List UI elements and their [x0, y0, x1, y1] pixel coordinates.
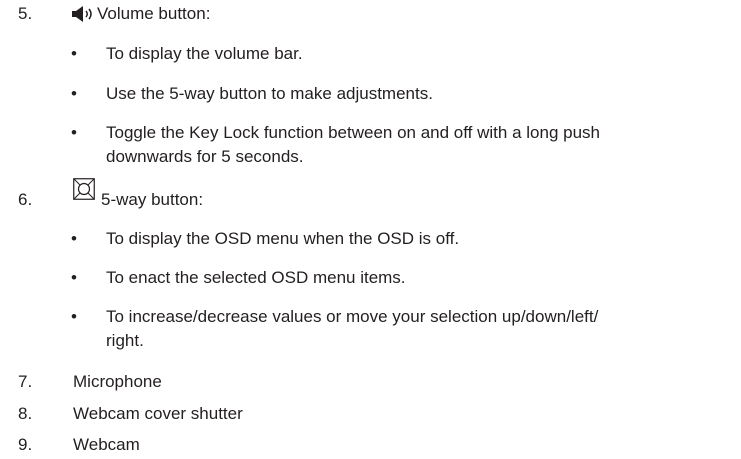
bullet-marker: •	[71, 307, 77, 326]
bullet-text-continued: right.	[106, 331, 144, 350]
item-title: Microphone	[73, 372, 162, 391]
item-title: Volume button:	[97, 4, 211, 23]
bullet-marker: •	[71, 44, 77, 63]
bullet-text: Toggle the Key Lock function between on …	[106, 123, 600, 142]
item-title: Webcam cover shutter	[73, 404, 243, 423]
item-number: 8.	[18, 404, 33, 423]
bullet-marker: •	[71, 229, 77, 248]
bullet-text: Use the 5-way button to make adjustments…	[106, 84, 433, 103]
item-number: 6.	[18, 190, 33, 209]
item-number: 9.	[18, 435, 33, 454]
bullet-text: To display the OSD menu when the OSD is …	[106, 229, 460, 248]
bullet-marker: •	[71, 268, 77, 287]
five-way-button-icon	[73, 178, 95, 205]
item-number: 5.	[18, 4, 33, 23]
bullet-text: To display the volume bar.	[106, 44, 303, 63]
speaker-volume-icon	[72, 6, 98, 27]
bullet-text-continued: downwards for 5 seconds.	[106, 147, 304, 166]
item-title: 5-way button:	[101, 190, 204, 209]
bullet-marker: •	[71, 84, 77, 103]
item-number: 7.	[18, 372, 33, 391]
bullet-text: To increase/decrease values or move your…	[106, 307, 599, 326]
bullet-marker: •	[71, 123, 77, 142]
item-title: Webcam	[73, 435, 140, 454]
bullet-text: To enact the selected OSD menu items.	[106, 268, 406, 287]
